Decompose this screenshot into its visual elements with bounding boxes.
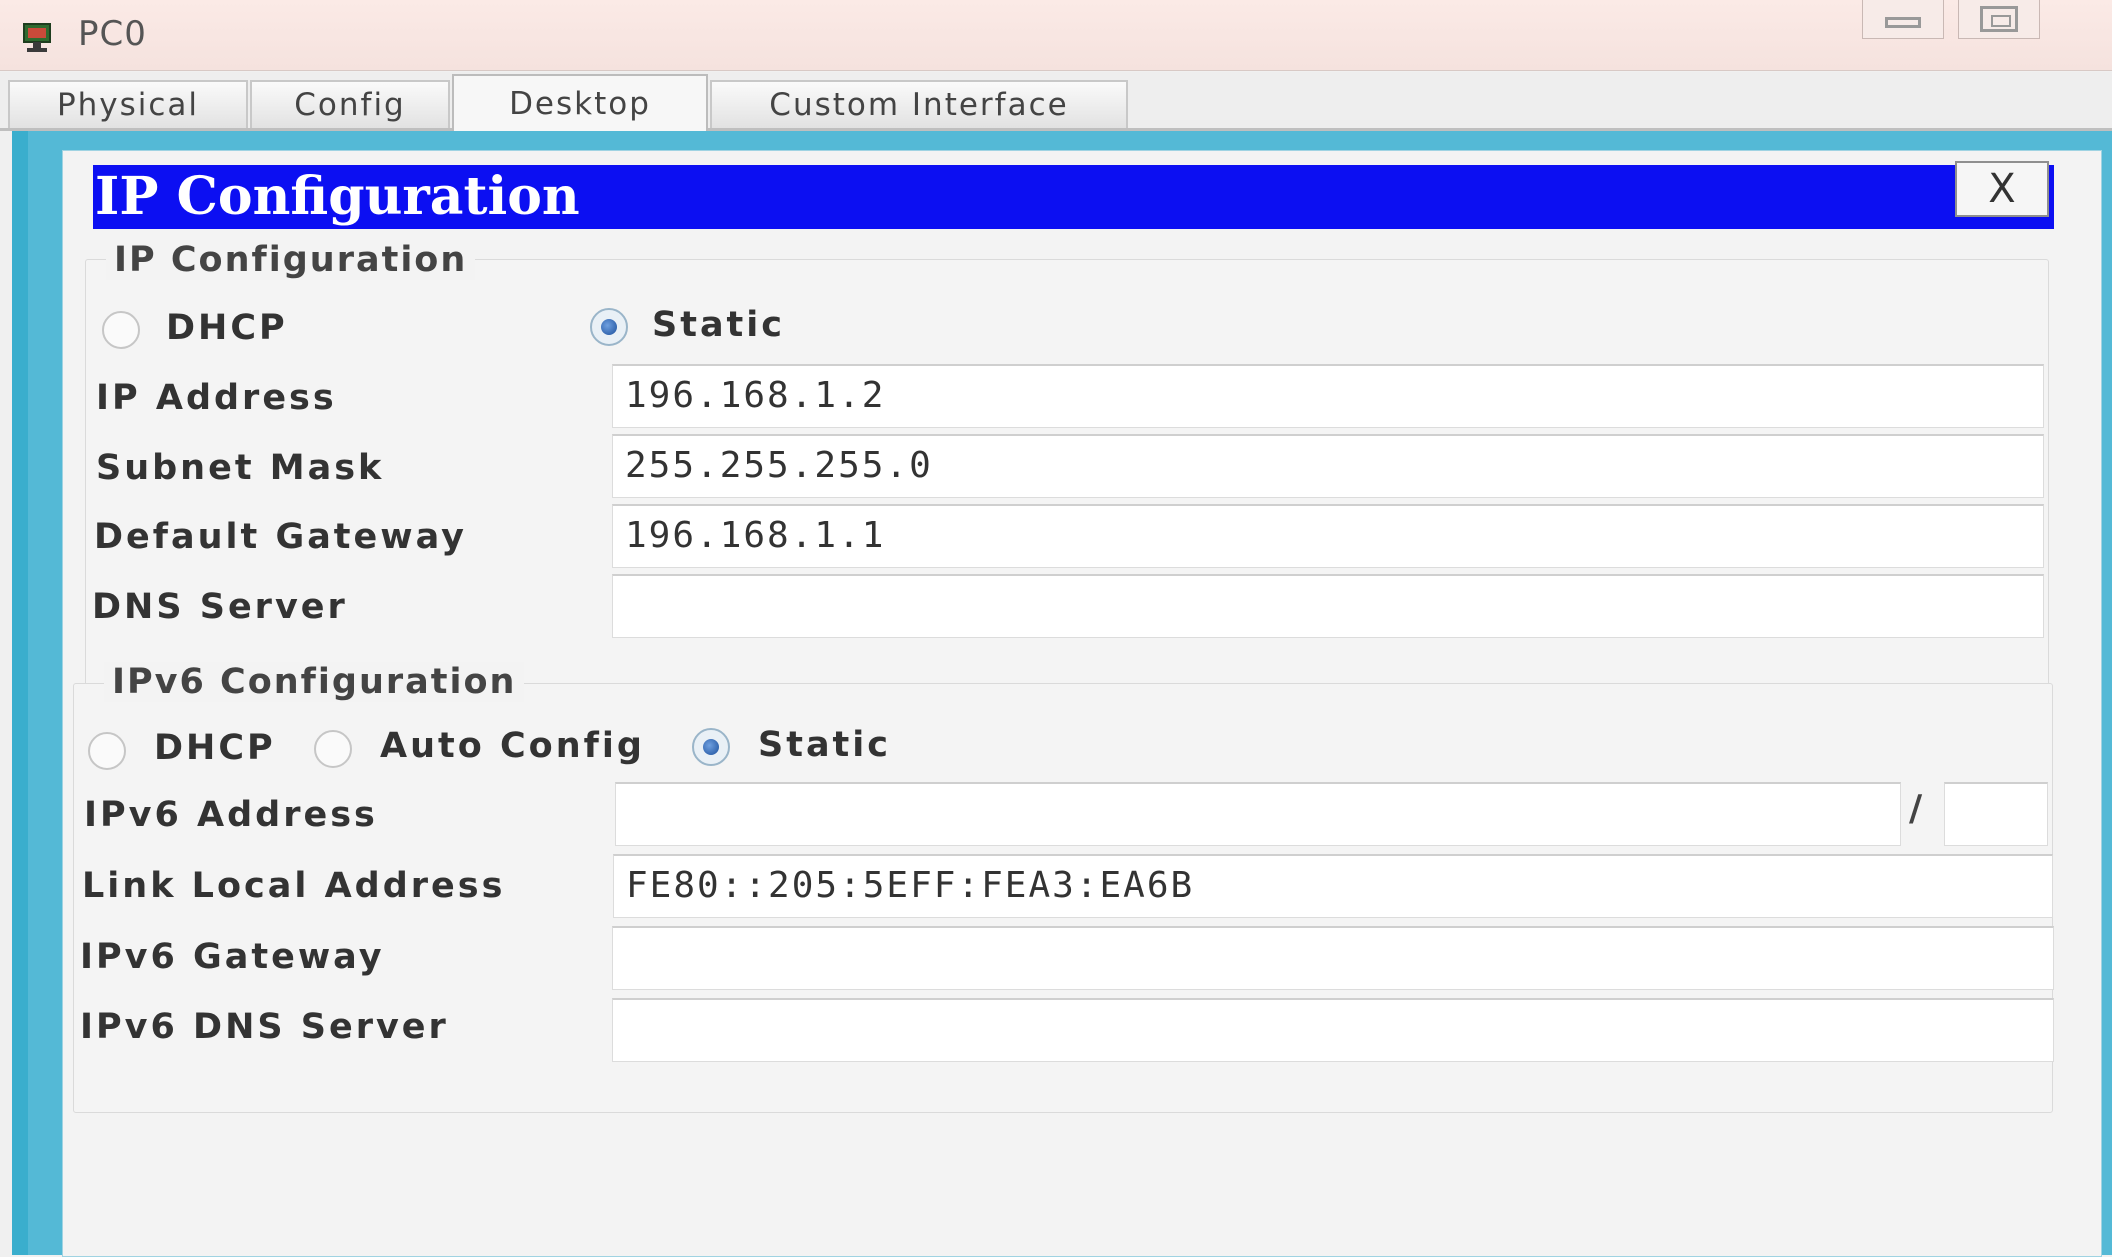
- subnet-mask-label: Subnet Mask: [96, 448, 385, 488]
- ipv4-legend: IP Configuration: [106, 240, 476, 280]
- ip-address-field[interactable]: 196.168.1.2: [612, 364, 2044, 428]
- maximize-icon: [1980, 6, 2018, 32]
- dialog-title: IP Configuration: [93, 165, 2054, 229]
- ipv4-dhcp-label: DHCP: [166, 308, 288, 348]
- tab-config[interactable]: Config: [250, 80, 450, 128]
- ipv6-dns-server-label: IPv6 DNS Server: [80, 1007, 449, 1047]
- ipv6-static-radio[interactable]: [692, 728, 730, 766]
- tab-desktop[interactable]: Desktop: [452, 74, 708, 131]
- minimize-button[interactable]: [1862, 0, 1944, 39]
- ipv4-static-radio[interactable]: [590, 308, 628, 346]
- ipv6-auto-config-radio[interactable]: [314, 730, 352, 768]
- ipv6-gateway-label: IPv6 Gateway: [80, 937, 385, 977]
- tab-physical[interactable]: Physical: [8, 80, 248, 128]
- ipv6-auto-config-label: Auto Config: [380, 726, 645, 766]
- window-title: PC0: [78, 14, 147, 54]
- ipv6-legend: IPv6 Configuration: [104, 662, 525, 702]
- maximize-button[interactable]: [1958, 0, 2040, 39]
- ipv6-address-field[interactable]: [615, 782, 1901, 846]
- close-button[interactable]: X: [1955, 161, 2049, 217]
- ipv6-dhcp-label: DHCP: [154, 728, 276, 768]
- ip-configuration-dialog: IP Configuration X IP Configuration DHCP…: [62, 150, 2102, 1257]
- link-local-address-field[interactable]: FE80::205:5EFF:FEA3:EA6B: [613, 854, 2053, 918]
- ipv6-address-label: IPv6 Address: [84, 795, 378, 835]
- ipv6-dns-server-field[interactable]: [612, 998, 2054, 1062]
- minimize-icon: [1885, 16, 1921, 28]
- ipv6-prefix-field[interactable]: [1944, 782, 2048, 846]
- ipv4-static-label: Static: [652, 305, 786, 345]
- prefix-separator: /: [1909, 788, 1923, 829]
- link-local-address-label: Link Local Address: [82, 866, 506, 906]
- ipv4-dhcp-radio[interactable]: [102, 311, 140, 349]
- tab-custom-interface[interactable]: Custom Interface: [710, 80, 1128, 128]
- pc-icon: [23, 23, 51, 52]
- close-icon: X: [1988, 166, 2016, 212]
- ipv6-gateway-field[interactable]: [612, 926, 2054, 990]
- default-gateway-field[interactable]: 196.168.1.1: [612, 504, 2044, 568]
- dns-server-field[interactable]: [612, 574, 2044, 638]
- ip-address-label: IP Address: [96, 378, 337, 418]
- default-gateway-label: Default Gateway: [94, 517, 467, 557]
- window-titlebar: PC0: [0, 0, 2112, 71]
- ipv6-group: IPv6 Configuration DHCP Auto Config Stat…: [73, 662, 2054, 1113]
- ipv6-static-label: Static: [758, 725, 892, 765]
- subnet-mask-field[interactable]: 255.255.255.0: [612, 434, 2044, 498]
- dns-server-label: DNS Server: [92, 587, 348, 627]
- ipv6-dhcp-radio[interactable]: [88, 732, 126, 770]
- tab-bar: Physical Config Desktop Custom Interface: [0, 72, 2112, 131]
